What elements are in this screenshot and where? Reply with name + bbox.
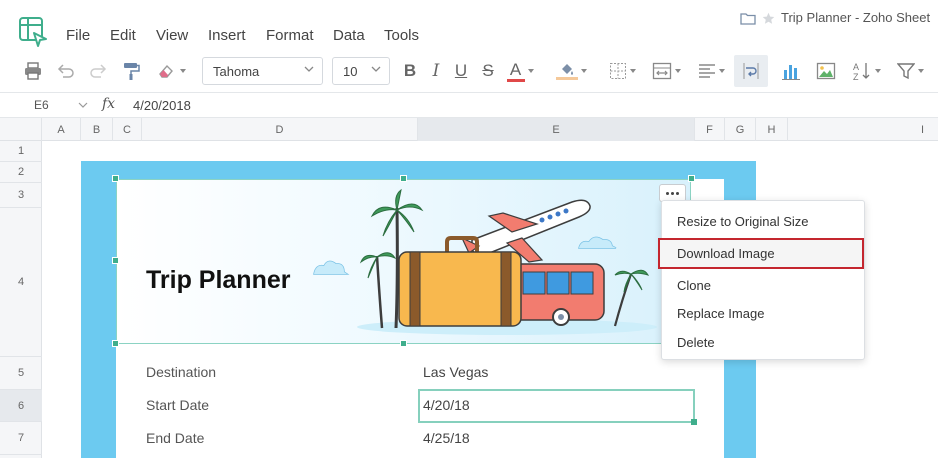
resize-handle-top-right[interactable]	[688, 175, 695, 182]
column-header[interactable]: I	[788, 118, 938, 141]
more-dot	[676, 191, 679, 195]
format-painter-icon[interactable]	[118, 55, 144, 87]
column-header[interactable]: D	[142, 118, 418, 141]
document-title-area[interactable]: Trip Planner - Zoho Sheet	[740, 10, 930, 25]
italic-button[interactable]: I	[426, 55, 446, 87]
fill-color-icon[interactable]	[552, 55, 590, 87]
image-context-menu: Resize to Original Size Download Image C…	[658, 200, 866, 360]
column-header[interactable]: A	[42, 118, 81, 141]
borders-icon[interactable]	[604, 55, 640, 87]
field-value-cell[interactable]: Las Vegas	[423, 364, 488, 380]
banner-image[interactable]	[116, 179, 691, 344]
menu-item-clone[interactable]: Clone	[662, 272, 866, 298]
image-icon[interactable]	[813, 55, 839, 87]
menu-tools[interactable]: Tools	[384, 27, 419, 44]
menu-data[interactable]: Data	[333, 27, 365, 44]
name-box[interactable]: E6	[34, 98, 49, 112]
banner-title: Trip Planner	[146, 266, 291, 294]
formula-input[interactable]: 4/20/2018	[133, 98, 191, 113]
font-family-value: Tahoma	[213, 63, 260, 79]
toolbar: Tahoma 10 B I U S A A Z	[0, 55, 938, 89]
column-header[interactable]: G	[725, 118, 756, 141]
field-label: End Date	[146, 430, 205, 446]
filter-icon[interactable]	[890, 55, 930, 87]
undo-icon[interactable]	[54, 55, 78, 87]
svg-text:A: A	[853, 62, 859, 72]
menu-item-delete[interactable]: Delete	[662, 329, 866, 355]
travel-illustration	[313, 188, 657, 335]
chevron-down-icon	[304, 66, 314, 72]
font-color-button[interactable]: A	[503, 55, 537, 87]
menu-edit[interactable]: Edit	[110, 27, 136, 44]
strikethrough-button[interactable]: S	[478, 55, 498, 87]
font-color-letter: A	[509, 60, 522, 79]
bold-button[interactable]: B	[400, 55, 420, 87]
row-header[interactable]: 2	[0, 162, 42, 183]
resize-handle-bottom[interactable]	[400, 340, 407, 347]
menu-view[interactable]: View	[156, 27, 188, 44]
row-header[interactable]: 7	[0, 422, 42, 455]
align-icon[interactable]	[693, 55, 729, 87]
merge-icon[interactable]	[648, 55, 684, 87]
resize-handle-top-left[interactable]	[112, 175, 119, 182]
more-dot	[666, 191, 669, 195]
more-dot	[671, 191, 674, 195]
resize-handle-top[interactable]	[400, 175, 407, 182]
print-icon[interactable]	[20, 55, 46, 87]
field-label: Destination	[146, 364, 217, 380]
column-headers: A B C D E F G H I	[0, 118, 938, 141]
column-header[interactable]: H	[756, 118, 788, 141]
row-header[interactable]: 4	[0, 208, 42, 357]
chart-icon[interactable]	[778, 55, 804, 87]
row-header[interactable]: 3	[0, 183, 42, 208]
fill-color-swatch	[555, 77, 578, 80]
column-header[interactable]: B	[81, 118, 113, 141]
font-size-value: 10	[343, 63, 358, 79]
chevron-down-icon[interactable]	[78, 102, 88, 109]
menu-format[interactable]: Format	[266, 27, 314, 44]
column-header-selected[interactable]: E	[418, 118, 695, 141]
menu-file[interactable]: File	[66, 27, 90, 44]
star-icon[interactable]	[762, 12, 775, 25]
font-color-swatch	[506, 79, 525, 82]
column-header[interactable]: F	[695, 118, 725, 141]
underline-button[interactable]: U	[451, 55, 471, 87]
row-header[interactable]: 5	[0, 357, 42, 390]
row-headers: 1 2 3 4 5 6 7	[0, 141, 42, 458]
menu-item-resize-original[interactable]: Resize to Original Size	[662, 208, 866, 234]
menu-item-replace-image[interactable]: Replace Image	[662, 300, 866, 326]
resize-handle-left[interactable]	[112, 257, 119, 264]
fx-icon: fx	[102, 96, 116, 112]
zoho-sheet-logo-icon[interactable]	[17, 16, 49, 48]
document-title: Trip Planner - Zoho Sheet	[781, 10, 931, 25]
chevron-down-icon	[371, 66, 381, 72]
field-value-cell[interactable]: 4/20/18	[423, 397, 470, 413]
clear-format-icon[interactable]	[154, 55, 188, 87]
folder-icon[interactable]	[740, 12, 756, 25]
font-family-select[interactable]: Tahoma	[202, 57, 323, 85]
row-header-selected[interactable]: 6	[0, 390, 42, 422]
field-label: Start Date	[146, 397, 210, 413]
row-header[interactable]: 1	[0, 141, 42, 162]
wrap-icon[interactable]	[734, 55, 768, 87]
font-size-select[interactable]: 10	[332, 57, 390, 85]
resize-handle-bottom-left[interactable]	[112, 340, 119, 347]
zoho-sheet-window: File Edit View Insert Format Data Tools …	[0, 0, 938, 458]
sort-icon[interactable]: AZ	[848, 55, 884, 87]
formula-bar: E6 fx 4/20/2018	[0, 92, 938, 118]
menu-insert[interactable]: Insert	[208, 27, 246, 44]
column-header[interactable]: C	[113, 118, 142, 141]
field-value-cell[interactable]: 4/25/18	[423, 430, 470, 446]
svg-text:Z: Z	[853, 72, 859, 81]
redo-icon[interactable]	[86, 55, 110, 87]
select-all-corner[interactable]	[0, 118, 42, 141]
menu-item-download-image[interactable]: Download Image	[658, 238, 864, 269]
fill-handle[interactable]	[691, 419, 697, 425]
